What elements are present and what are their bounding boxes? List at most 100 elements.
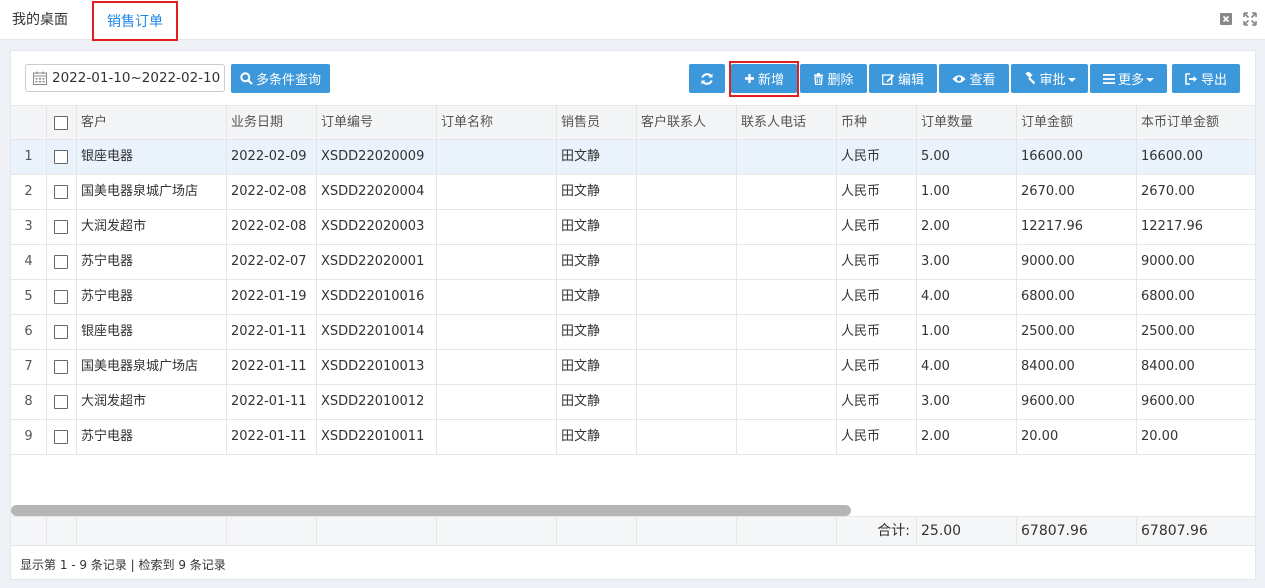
cell-contact (637, 140, 737, 174)
cell-qty: 2.00 (917, 420, 1017, 454)
cell-currency: 人民币 (837, 140, 917, 174)
fullscreen-icon[interactable] (1243, 12, 1257, 26)
date-range-input[interactable]: 2022-01-10~2022-02-10 (25, 64, 225, 92)
sales-order-table: 客户 业务日期 订单编号 订单名称 销售员 客户联系人 联系人电话 币种 订单数… (11, 105, 1255, 465)
header-contact[interactable]: 客户联系人 (637, 106, 737, 140)
header-currency[interactable]: 币种 (837, 106, 917, 140)
query-label: 多条件查询 (255, 73, 321, 88)
cell-base-amount: 2670.00 (1141, 184, 1195, 199)
cell-date: 2022-02-08 (227, 210, 317, 244)
cell-amount: 2670.00 (1017, 175, 1137, 209)
view-button[interactable]: 查看 (939, 64, 1009, 93)
edit-icon (882, 73, 895, 85)
cell-customer: 银座电器 (77, 140, 227, 174)
cell-order-name (437, 350, 557, 384)
export-button[interactable]: 导出 (1172, 64, 1240, 93)
cell-customer: 苏宁电器 (77, 420, 227, 454)
header-base-amount[interactable]: 本币订单金额 (1137, 106, 1255, 140)
cell-date: 2022-02-07 (227, 245, 317, 279)
tab-sales-order[interactable]: 销售订单 (92, 1, 178, 41)
cell-qty: 4.00 (917, 280, 1017, 314)
cell-qty: 3.00 (917, 385, 1017, 419)
table-row[interactable]: 1 银座电器 2022-02-09 XSDD22020009 田文静 人民币 5.00 166… (11, 140, 1255, 175)
cell-qty: 2.00 (917, 210, 1017, 244)
row-checkbox[interactable] (54, 150, 68, 164)
cell-amount: 12217.96 (1017, 210, 1137, 244)
add-label: 新增 (757, 73, 784, 88)
table-row[interactable]: 2 国美电器泉城广场店 2022-02-08 XSDD22020004 田文静 人民币 1.… (11, 175, 1255, 210)
header-order-no[interactable]: 订单编号 (317, 106, 437, 140)
tab-my-desktop[interactable]: 我的桌面 (12, 0, 68, 40)
header-qty[interactable]: 订单数量 (917, 106, 1017, 140)
row-checkbox[interactable] (54, 255, 68, 269)
table-row[interactable]: 4 苏宁电器 2022-02-07 XSDD22020001 田文静 人民币 3.00 900… (11, 245, 1255, 280)
cell-currency: 人民币 (837, 280, 917, 314)
add-button[interactable]: 新增 (731, 64, 797, 93)
cell-order-name (437, 210, 557, 244)
refresh-button[interactable] (689, 64, 725, 93)
row-index: 7 (11, 350, 47, 384)
cell-currency: 人民币 (837, 175, 917, 209)
table-row[interactable]: 9 苏宁电器 2022-01-11 XSDD22010011 田文静 人民币 2.00 20.… (11, 420, 1255, 455)
table-row[interactable]: 8 大润发超市 2022-01-11 XSDD22010012 田文静 人民币 3.00 96… (11, 385, 1255, 420)
cell-phone (737, 350, 837, 384)
row-checkbox[interactable] (54, 430, 68, 444)
cell-currency: 人民币 (837, 315, 917, 349)
cell-phone (737, 175, 837, 209)
close-window-icon[interactable] (1219, 12, 1233, 26)
row-checkbox[interactable] (54, 325, 68, 339)
export-icon (1185, 72, 1197, 85)
header-order-name[interactable]: 订单名称 (437, 106, 557, 140)
calendar-icon (33, 71, 47, 85)
header-date[interactable]: 业务日期 (227, 106, 317, 140)
row-index: 8 (11, 385, 47, 419)
cell-amount: 2500.00 (1017, 315, 1137, 349)
search-icon (240, 72, 253, 85)
select-all-checkbox[interactable] (54, 116, 68, 130)
cell-qty: 1.00 (917, 175, 1017, 209)
cell-customer: 苏宁电器 (77, 280, 227, 314)
cell-currency: 人民币 (837, 420, 917, 454)
cell-contact (637, 210, 737, 244)
cell-contact (637, 175, 737, 209)
totals-label: 合计: (837, 517, 917, 546)
header-amount[interactable]: 订单金额 (1017, 106, 1137, 140)
totals-blank (11, 517, 47, 546)
cell-salesperson: 田文静 (557, 210, 637, 244)
cell-customer: 大润发超市 (77, 385, 227, 419)
row-checkbox[interactable] (54, 290, 68, 304)
pagination-info: 显示第 1 - 9 条记录 | 检索到 9 条记录 (20, 558, 226, 572)
header-phone[interactable]: 联系人电话 (737, 106, 837, 140)
multi-condition-query-button[interactable]: 多条件查询 (231, 64, 330, 93)
horizontal-scrollbar[interactable] (11, 504, 1255, 516)
cell-qty: 1.00 (917, 315, 1017, 349)
row-checkbox[interactable] (54, 185, 68, 199)
row-checkbox[interactable] (54, 220, 68, 234)
row-checkbox[interactable] (54, 360, 68, 374)
header-customer[interactable]: 客户 (77, 106, 227, 140)
cell-currency: 人民币 (837, 350, 917, 384)
table-row[interactable]: 5 苏宁电器 2022-01-19 XSDD22010016 田文静 人民币 4.00 680… (11, 280, 1255, 315)
approve-label: 审批 (1039, 73, 1066, 88)
approve-button[interactable]: 审批 (1011, 64, 1088, 93)
row-checkbox[interactable] (54, 395, 68, 409)
cell-qty: 4.00 (917, 350, 1017, 384)
row-index: 4 (11, 245, 47, 279)
cell-currency: 人民币 (837, 245, 917, 279)
scrollbar-thumb[interactable] (11, 505, 851, 516)
totals-blank (737, 517, 837, 546)
cell-phone (737, 315, 837, 349)
delete-button[interactable]: 删除 (800, 64, 867, 93)
cell-salesperson: 田文静 (557, 280, 637, 314)
table-row[interactable]: 6 银座电器 2022-01-11 XSDD22010014 田文静 人民币 1.00 250… (11, 315, 1255, 350)
trash-icon (814, 72, 824, 85)
more-button[interactable]: 更多 (1090, 64, 1167, 93)
header-salesperson[interactable]: 销售员 (557, 106, 637, 140)
cell-date: 2022-02-09 (227, 140, 317, 174)
table-row[interactable]: 3 大润发超市 2022-02-08 XSDD22020003 田文静 人民币 2.00 12… (11, 210, 1255, 245)
row-index: 2 (11, 175, 47, 209)
table-row[interactable]: 7 国美电器泉城广场店 2022-01-11 XSDD22010013 田文静 人民币 4.… (11, 350, 1255, 385)
cell-order-no: XSDD22020001 (317, 245, 437, 279)
cell-date: 2022-01-11 (227, 315, 317, 349)
edit-button[interactable]: 编辑 (869, 64, 937, 93)
